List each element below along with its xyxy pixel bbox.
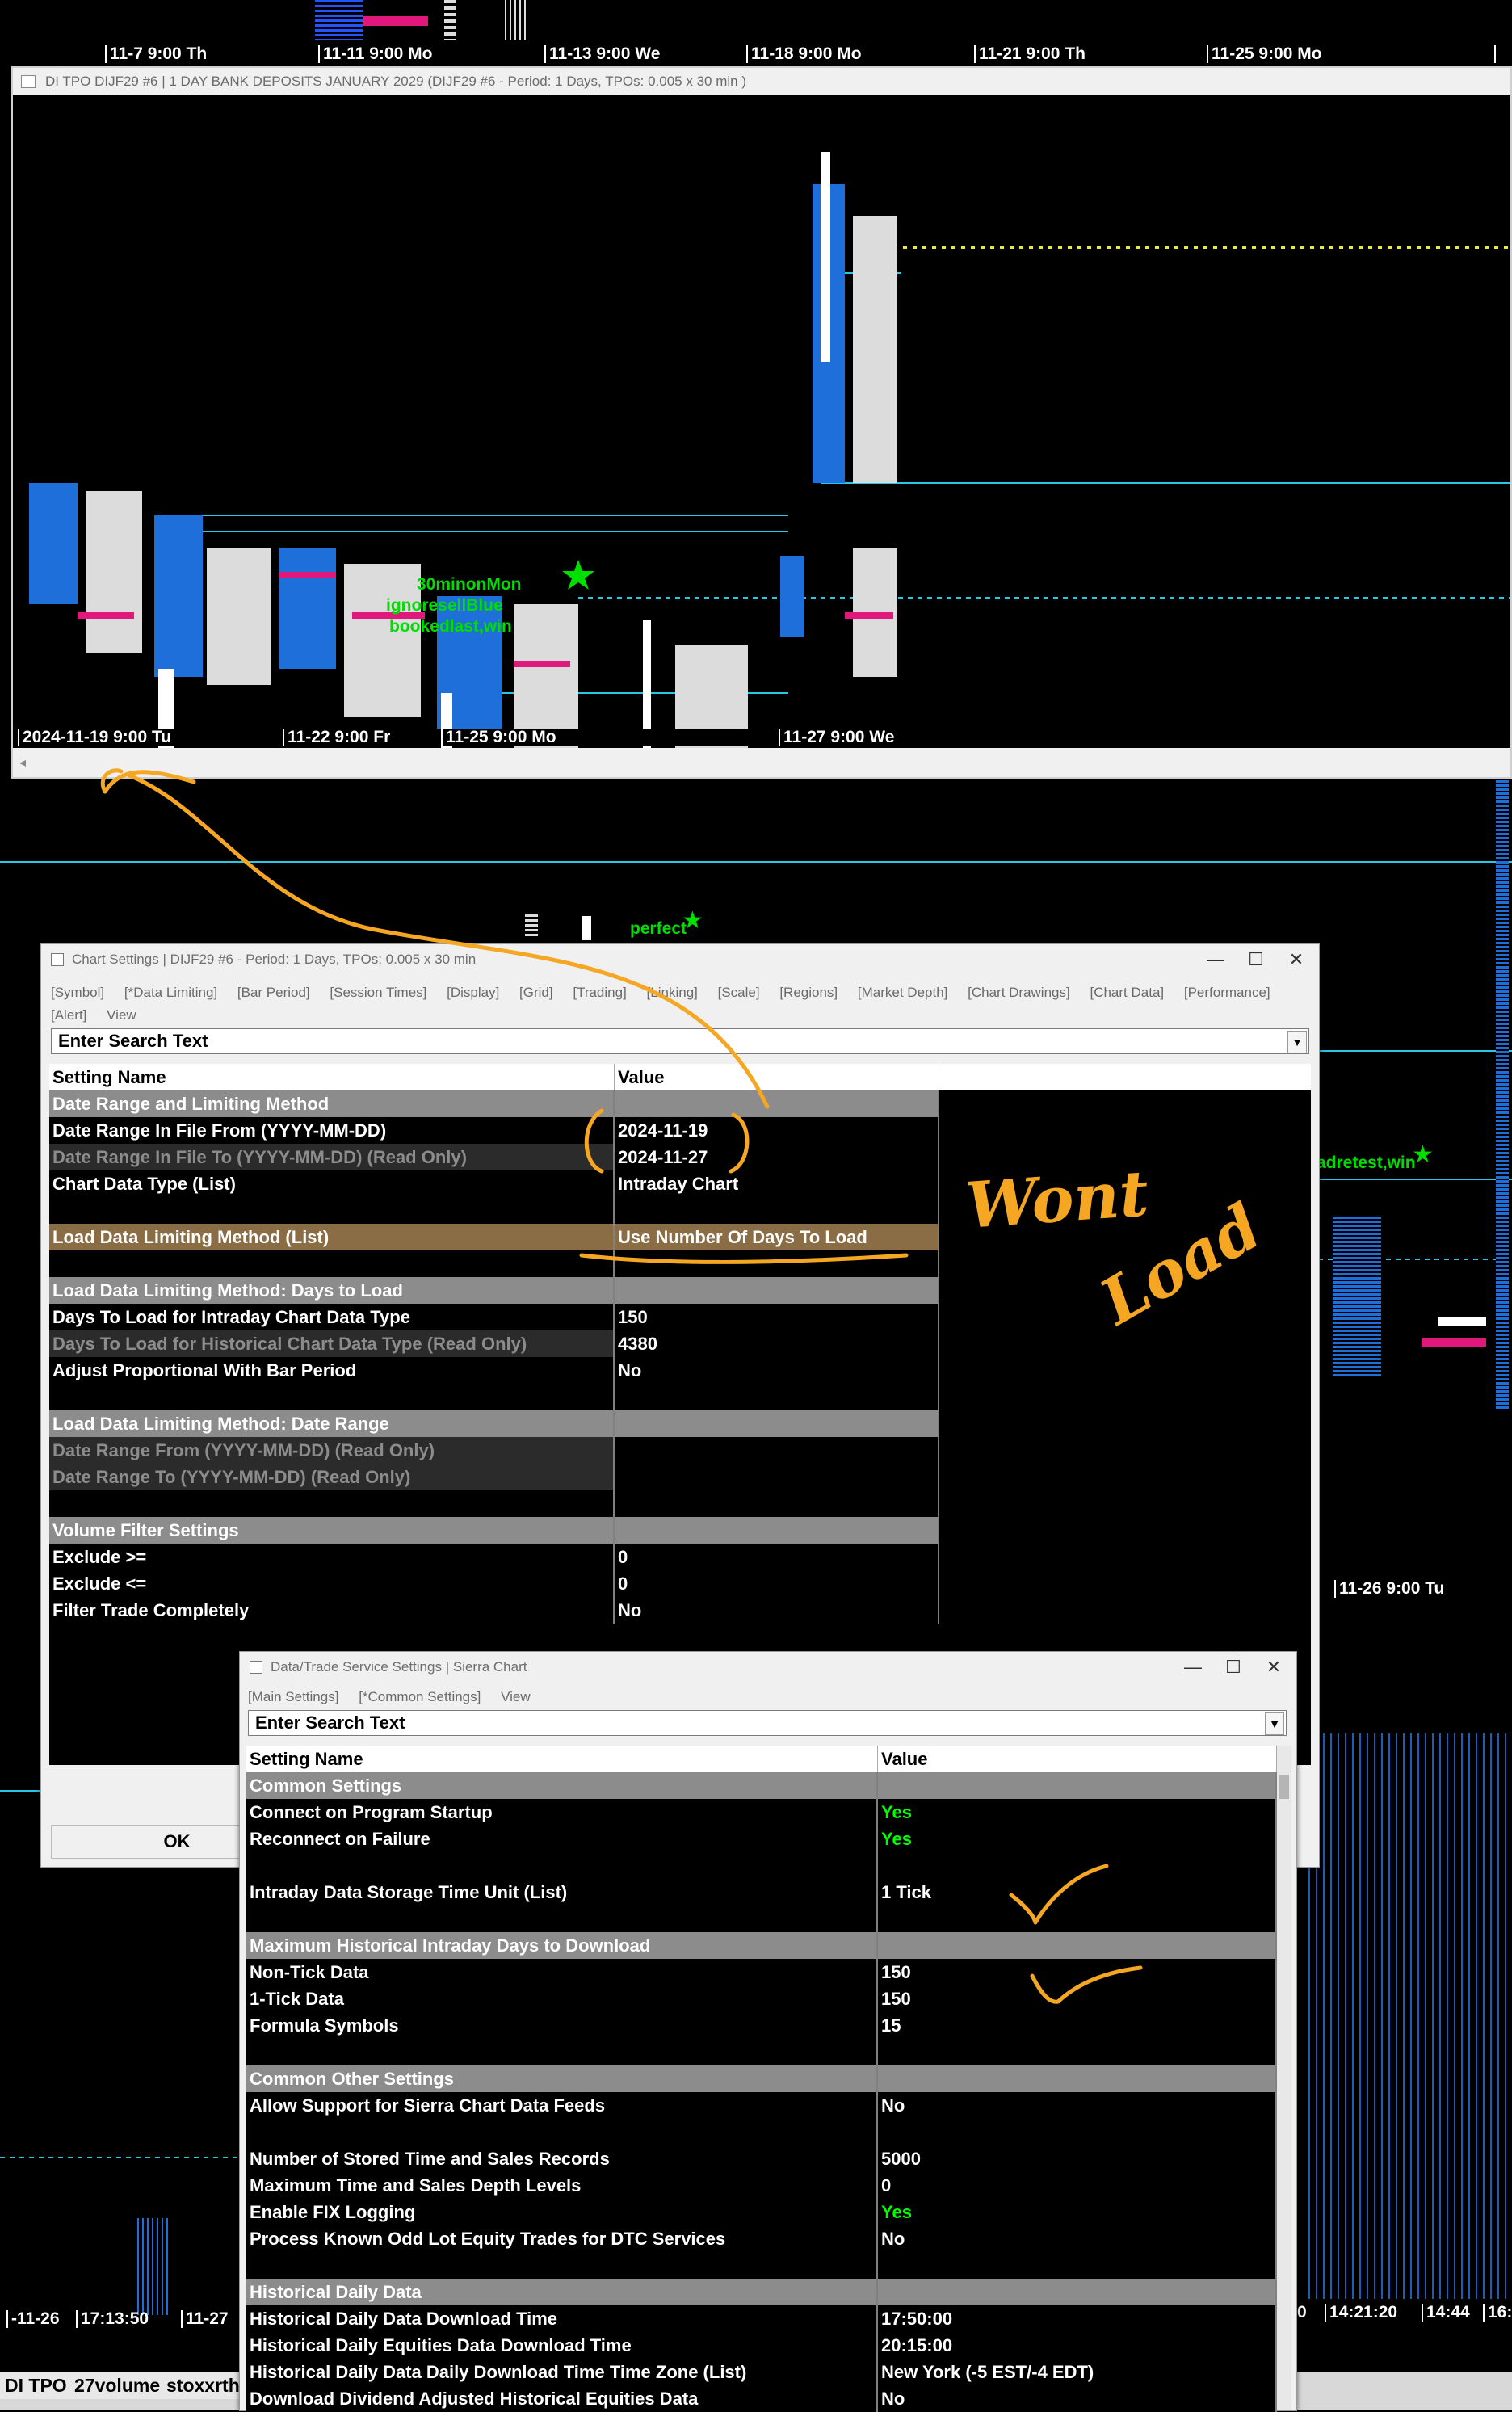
underline: [579, 1253, 909, 1264]
bracket-left: [584, 1108, 604, 1174]
handwritten-wont: Wont: [964, 1157, 1151, 1243]
bracket-right: [729, 1112, 750, 1174]
checkmark-2: [1030, 1965, 1143, 2004]
arrow-curve: [127, 773, 770, 1109]
arrow-head: [103, 770, 196, 794]
checkmark-1: [1009, 1864, 1109, 1925]
handwritten-annotations: [101, 768, 1143, 2004]
